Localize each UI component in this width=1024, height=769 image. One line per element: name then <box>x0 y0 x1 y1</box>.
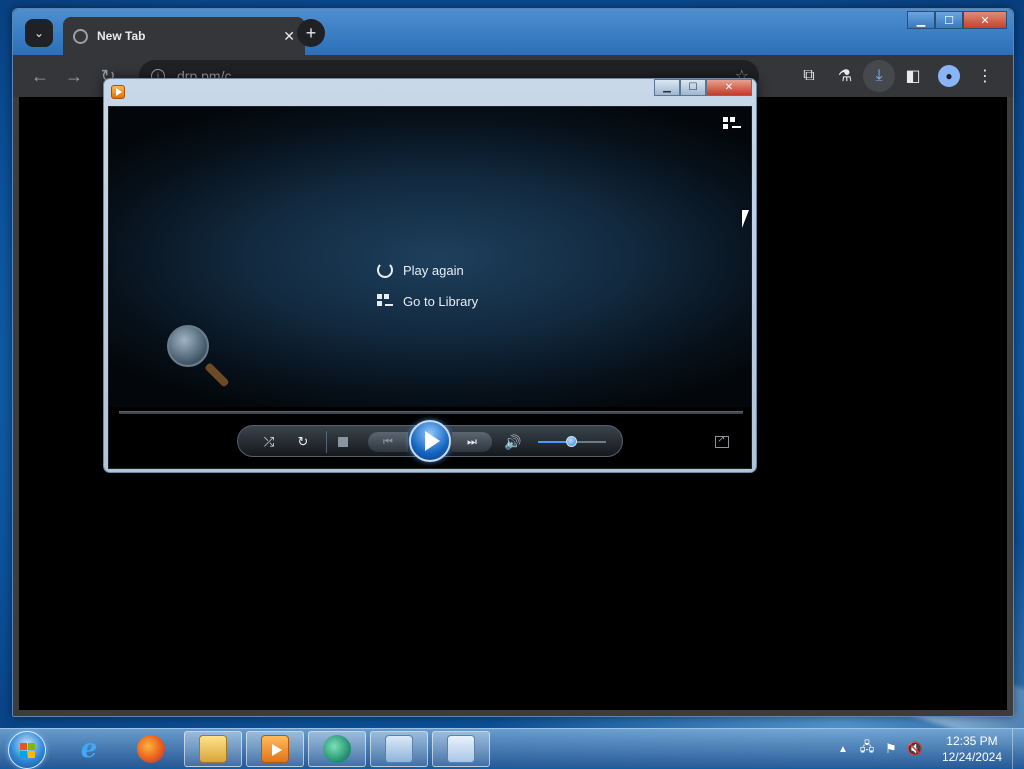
stop-icon[interactable] <box>336 435 350 449</box>
minimize-button[interactable]: ▁ <box>654 79 680 96</box>
seek-bar[interactable] <box>119 411 743 414</box>
firefox-icon <box>137 735 165 763</box>
tab-new-tab[interactable]: New Tab ✕ <box>63 17 305 55</box>
play-icon <box>424 431 440 451</box>
shuffle-icon[interactable]: ⤮ <box>258 432 280 452</box>
playback-controls: ⤮ ↻ ⏮ ⏭ 🔊 <box>237 420 623 462</box>
taskbar-windows-media-player[interactable] <box>246 731 304 767</box>
taskbar-network[interactable] <box>432 731 490 767</box>
previous-icon[interactable]: ⏮ <box>368 432 408 452</box>
show-hidden-icons-button[interactable]: ▲ <box>838 744 848 755</box>
now-playing-area: Play again Go to Library ⤮ ↻ ⏮ ⏭ 🔊 <box>108 106 752 469</box>
back-button[interactable]: ← <box>23 59 57 93</box>
go-to-library-label: Go to Library <box>403 293 479 309</box>
media-player-window-controls: ▁ ☐ ✕ <box>654 79 752 96</box>
controls-divider <box>326 431 327 453</box>
play-button[interactable] <box>409 420 451 462</box>
media-player-window: ▁ ☐ ✕ Play again Go to Library ⤮ ↻ ⏮ ⏭ 🔊… <box>103 78 757 473</box>
repeat-icon[interactable]: ↻ <box>292 432 314 452</box>
network-tray-icon[interactable]: 🖧 <box>858 739 876 758</box>
volume-muted-icon[interactable]: 🔇 <box>906 740 924 758</box>
go-to-library-link[interactable]: Go to Library <box>377 293 478 309</box>
play-again-link[interactable]: Play again <box>377 262 464 278</box>
action-center-flag-icon[interactable]: ⚑ <box>882 740 900 758</box>
taskbar: e ▲ 🖧 ⚑ 🔇 12:35 PM 12/24/2024 <box>0 728 1024 769</box>
chrome-tab-strip: ⌄ New Tab ✕ + ▁ ☐ ✕ <box>13 9 1013 55</box>
maximize-button[interactable]: ☐ <box>935 11 963 29</box>
tab-search-button[interactable]: ⌄ <box>25 19 53 47</box>
volume-thumb[interactable] <box>566 436 577 447</box>
download-icon[interactable]: ⤓ <box>863 60 895 92</box>
maximize-button[interactable]: ☐ <box>680 79 706 96</box>
tab-close-button[interactable]: ✕ <box>283 28 295 45</box>
next-icon[interactable]: ⏭ <box>452 432 492 452</box>
labs-icon[interactable]: ⚗ <box>827 60 863 92</box>
close-button[interactable]: ✕ <box>706 79 752 96</box>
taskbar-file-explorer[interactable] <box>184 731 242 767</box>
replay-icon <box>377 262 393 278</box>
taskbar-control-panel[interactable] <box>370 731 428 767</box>
magnifier-icon <box>167 325 237 395</box>
system-tray: ▲ 🖧 ⚑ 🔇 12:35 PM 12/24/2024 <box>838 729 1024 769</box>
clock[interactable]: 12:35 PM 12/24/2024 <box>942 733 1002 765</box>
profile-button[interactable]: ● <box>931 60 967 92</box>
folder-icon <box>199 735 227 763</box>
library-icon <box>377 293 393 309</box>
play-again-label: Play again <box>403 262 464 278</box>
new-tab-button[interactable]: + <box>297 19 325 47</box>
taskbar-firefox[interactable] <box>122 731 180 767</box>
visualization: Play again Go to Library <box>109 107 751 407</box>
media-player-app-icon <box>111 85 125 99</box>
internet-explorer-icon: e <box>80 734 98 764</box>
toolbar-actions: ⧉ ⚗ ⤓ ◧ ● ⋮ <box>791 60 1003 92</box>
volume-icon[interactable]: 🔊 <box>502 432 524 452</box>
taskbar-gbox[interactable] <box>308 731 366 767</box>
close-button[interactable]: ✕ <box>963 11 1007 29</box>
minimize-button[interactable]: ▁ <box>907 11 935 29</box>
app-icon <box>323 735 351 763</box>
network-icon <box>447 735 475 763</box>
clock-date: 12/24/2024 <box>941 750 1002 764</box>
chrome-window-controls: ▁ ☐ ✕ <box>907 11 1007 29</box>
media-player-icon <box>261 735 289 763</box>
mouse-cursor <box>742 210 749 228</box>
menu-icon[interactable]: ⋮ <box>967 60 1003 92</box>
profile-icon: ● <box>938 65 960 87</box>
show-desktop-button[interactable] <box>1012 729 1024 769</box>
taskbar-internet-explorer[interactable]: e <box>60 731 118 767</box>
start-button[interactable] <box>8 731 46 769</box>
clock-time: 12:35 PM <box>946 734 998 748</box>
switch-to-library-icon[interactable] <box>723 117 741 133</box>
tab-title: New Tab <box>97 29 146 43</box>
side-panel-icon[interactable]: ◧ <box>895 60 931 92</box>
volume-slider[interactable] <box>538 436 606 447</box>
forward-button[interactable]: → <box>57 59 91 93</box>
switch-to-full-screen-icon[interactable] <box>715 434 729 448</box>
control-panel-icon <box>385 735 413 763</box>
globe-icon <box>73 28 88 44</box>
chevron-down-icon: ⌄ <box>33 26 45 40</box>
extensions-icon[interactable]: ⧉ <box>791 60 827 92</box>
